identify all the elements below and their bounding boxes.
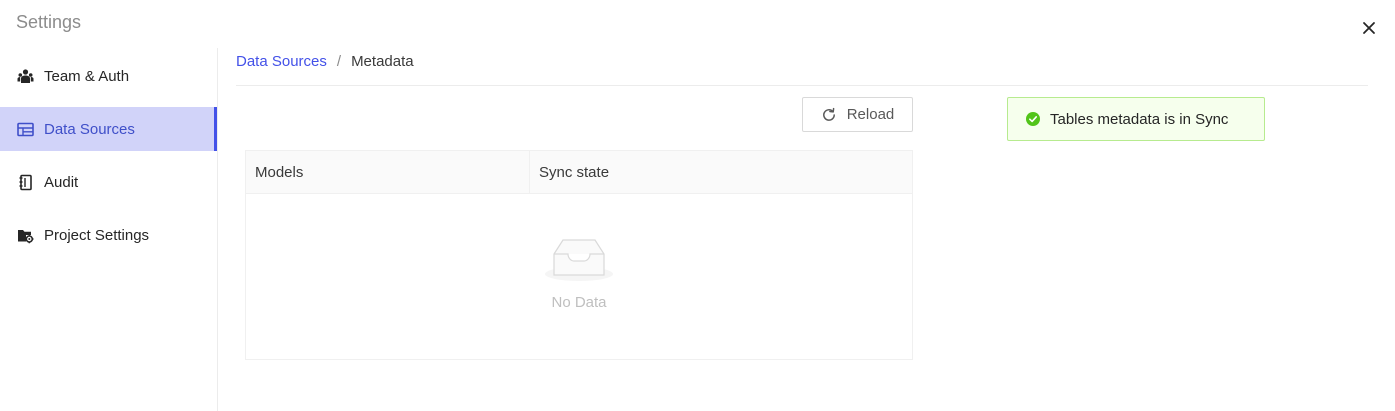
check-circle-icon: [1025, 111, 1041, 127]
alert-message: Tables metadata is in Sync: [1050, 110, 1229, 128]
breadcrumb-link-data-sources[interactable]: Data Sources: [236, 53, 327, 70]
breadcrumb-current: Metadata: [351, 53, 414, 70]
table-header: Models Sync state: [246, 151, 912, 194]
sidebar-item-label: Audit: [44, 173, 79, 191]
sidebar-item-label: Project Settings: [44, 226, 150, 244]
empty-inbox-icon: [545, 237, 613, 288]
reload-icon: [821, 107, 837, 123]
column-header-sync-state: Sync state: [539, 163, 610, 181]
data-sources-icon: [17, 121, 34, 138]
breadcrumb: Data Sources / Metadata: [236, 53, 414, 70]
metadata-table: Models Sync state No Data: [245, 150, 913, 360]
sidebar-item-data-sources[interactable]: Data Sources: [0, 107, 217, 151]
reload-button[interactable]: Reload: [802, 97, 913, 132]
settings-title: Settings: [16, 12, 82, 32]
table-empty-state: No Data: [246, 194, 912, 360]
empty-text: No Data: [551, 294, 607, 311]
reload-label: Reload: [846, 106, 895, 123]
sync-status-alert: Tables metadata is in Sync: [1007, 97, 1265, 141]
team-icon: [17, 68, 34, 85]
column-header-models: Models: [246, 151, 530, 193]
sidebar-item-team-auth[interactable]: Team & Auth: [0, 54, 217, 98]
sidebar-item-audit[interactable]: Audit: [0, 160, 217, 204]
audit-icon: [17, 174, 34, 191]
close-icon[interactable]: [1361, 20, 1377, 36]
sidebar-item-label: Team & Auth: [44, 67, 130, 85]
header-divider: [236, 85, 1368, 86]
project-settings-icon: [17, 227, 34, 244]
breadcrumb-separator: /: [336, 53, 342, 70]
sidebar-item-project-settings[interactable]: Project Settings: [0, 213, 217, 257]
sidebar-item-label: Data Sources: [44, 120, 135, 138]
settings-sidebar: Team & Auth Data Sources Audit Project S…: [0, 48, 218, 411]
